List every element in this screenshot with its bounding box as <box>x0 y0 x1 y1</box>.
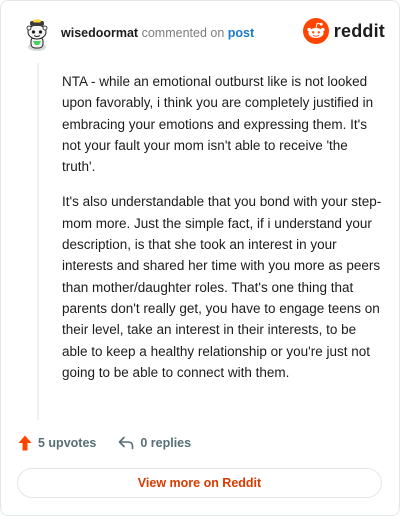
comment-paragraph: NTA - while an emotional outburst like i… <box>62 74 374 175</box>
post-link[interactable]: post <box>228 26 254 40</box>
reply-arrow-icon <box>119 436 134 450</box>
replies-button[interactable]: 0 replies <box>118 436 191 450</box>
comment-paragraph: It's also understandable that you bond w… <box>62 194 382 380</box>
snoo-avatar-icon[interactable] <box>21 19 53 51</box>
comment-meta: wisedoormat commented on post <box>61 26 254 40</box>
reddit-wordmark: reddit <box>333 20 385 41</box>
view-more-button[interactable]: View more on Reddit <box>17 468 382 498</box>
comment-actions: 5 upvotes 0 replies <box>18 433 191 453</box>
upvote-button[interactable]: 5 upvotes <box>18 435 96 451</box>
thread-line[interactable] <box>37 63 39 420</box>
comment-header: wisedoormat commented on post reddit <box>15 15 385 53</box>
comment-embed-card: wisedoormat commented on post reddit NTA… <box>0 0 400 516</box>
upvote-count: 5 upvotes <box>38 436 97 450</box>
upvote-arrow-icon <box>18 435 32 451</box>
comment-body: NTA - while an emotional outburst like i… <box>62 71 382 397</box>
reply-count: 0 replies <box>140 436 192 450</box>
username-link[interactable]: wisedoormat <box>61 26 138 40</box>
commented-on-text: commented on <box>141 26 225 40</box>
reddit-brand[interactable]: reddit <box>302 18 385 44</box>
reddit-logo-icon <box>302 18 329 44</box>
